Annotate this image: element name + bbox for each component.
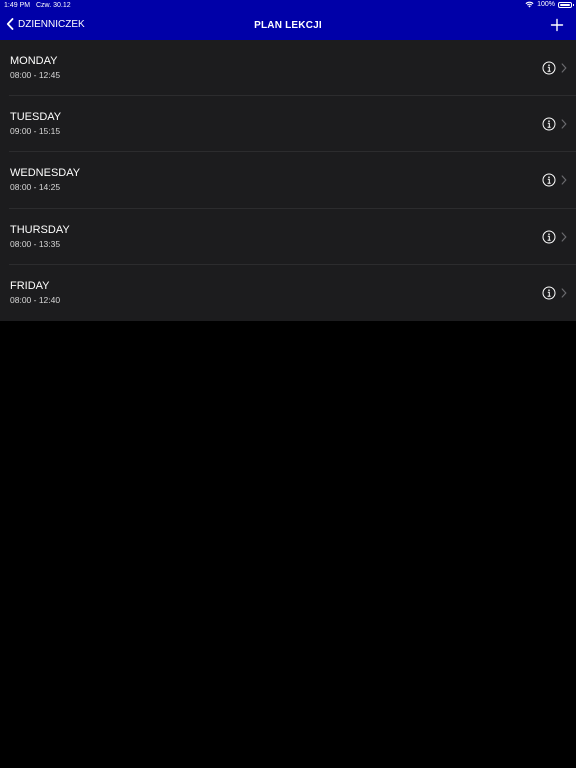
info-icon[interactable]: [542, 173, 556, 187]
plus-icon[interactable]: [550, 18, 564, 32]
chevron-right-icon: [561, 175, 567, 185]
top-bar: 1:49 PM Czw. 30.12 100% DZIENNICZEK PLAN…: [0, 0, 576, 40]
status-right: 100%: [525, 1, 574, 8]
nav-bar: DZIENNICZEK PLAN LEKCJI: [0, 14, 576, 38]
day-name: MONDAY: [10, 55, 58, 67]
status-bar: 1:49 PM Czw. 30.12 100%: [0, 0, 576, 12]
day-name: FRIDAY: [10, 279, 50, 292]
day-name: THURSDAY: [10, 223, 70, 236]
chevron-right-icon: [561, 231, 567, 242]
chevron-right-icon: [561, 63, 567, 73]
page-title: PLAN LEKCJI: [254, 20, 322, 31]
chevron-right-icon: [561, 119, 567, 129]
status-time: 1:49 PM: [4, 2, 31, 9]
info-icon[interactable]: [542, 61, 556, 75]
list-item-thursday[interactable]: THURSDAY 08:00 - 13:35: [0, 209, 576, 265]
day-hours: 08:00 - 13:35: [10, 238, 61, 249]
day-name: WEDNESDAY: [10, 167, 81, 180]
list-item-friday[interactable]: FRIDAY 08:00 - 12:40: [0, 265, 576, 321]
day-hours: 08:00 - 14:25: [10, 182, 61, 193]
status-date: Czw. 30.12: [36, 2, 71, 9]
wifi-icon: [525, 1, 534, 8]
battery-percent: 100%: [537, 1, 555, 8]
chevron-right-icon: [561, 288, 567, 298]
day-hours: 09:00 - 15:15: [10, 126, 61, 137]
day-hours: 08:00 - 12:40: [10, 294, 61, 305]
info-icon[interactable]: [542, 230, 556, 244]
info-icon[interactable]: [542, 117, 556, 131]
list-item-tuesday[interactable]: TUESDAY 09:00 - 15:15: [0, 96, 576, 153]
info-icon[interactable]: [542, 286, 556, 300]
battery-icon: [558, 1, 574, 8]
list-item-wednesday[interactable]: WEDNESDAY 08:00 - 14:25: [0, 152, 576, 209]
list-item-monday[interactable]: MONDAY 08:00 - 12:45: [0, 40, 576, 97]
schedule-list: MONDAY 08:00 - 12:45 TUESDAY 09:00 - 15:…: [0, 40, 576, 321]
day-name: TUESDAY: [10, 111, 62, 124]
day-hours: 08:00 - 12:45: [10, 70, 61, 80]
